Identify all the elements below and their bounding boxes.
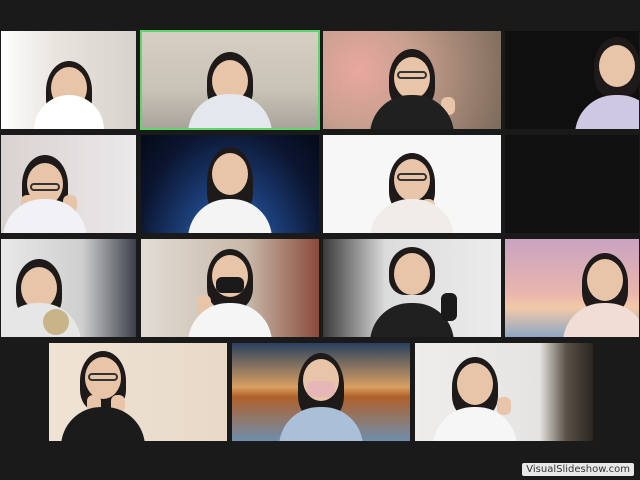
participant-video — [232, 343, 410, 441]
participant-tile-10[interactable] — [140, 238, 320, 338]
participant-tile-2-active-speaker[interactable] — [140, 30, 320, 130]
participant-tile-6[interactable] — [140, 134, 320, 234]
participant-video — [141, 239, 319, 337]
participant-tile-3[interactable] — [322, 30, 502, 130]
participant-tile-7[interactable] — [322, 134, 502, 234]
participant-tile-4[interactable] — [504, 30, 640, 130]
participant-tile-12[interactable] — [504, 238, 640, 338]
participant-video — [505, 31, 639, 129]
participant-tile-15[interactable] — [414, 342, 594, 442]
participant-video — [1, 135, 136, 233]
participant-video — [323, 31, 501, 129]
participant-video — [142, 32, 318, 128]
participant-video — [1, 31, 136, 129]
participant-tile-5[interactable] — [0, 134, 137, 234]
video-background — [505, 135, 639, 233]
participant-video — [141, 135, 319, 233]
participant-video — [323, 239, 501, 337]
participant-tile-1[interactable] — [0, 30, 137, 130]
watermark: VisualSlideshow.com — [522, 463, 634, 476]
participant-video — [49, 343, 227, 441]
participant-tile-8-empty — [504, 134, 640, 234]
participant-tile-13[interactable] — [48, 342, 228, 442]
participant-video — [323, 135, 501, 233]
participant-video — [1, 239, 136, 337]
participant-tile-14[interactable] — [231, 342, 411, 442]
participant-tile-11[interactable] — [322, 238, 502, 338]
participant-tile-9[interactable] — [0, 238, 137, 338]
participant-video — [415, 343, 593, 441]
microphone-icon — [441, 293, 457, 321]
participant-video — [505, 239, 639, 337]
plush-toy-icon — [43, 309, 69, 335]
